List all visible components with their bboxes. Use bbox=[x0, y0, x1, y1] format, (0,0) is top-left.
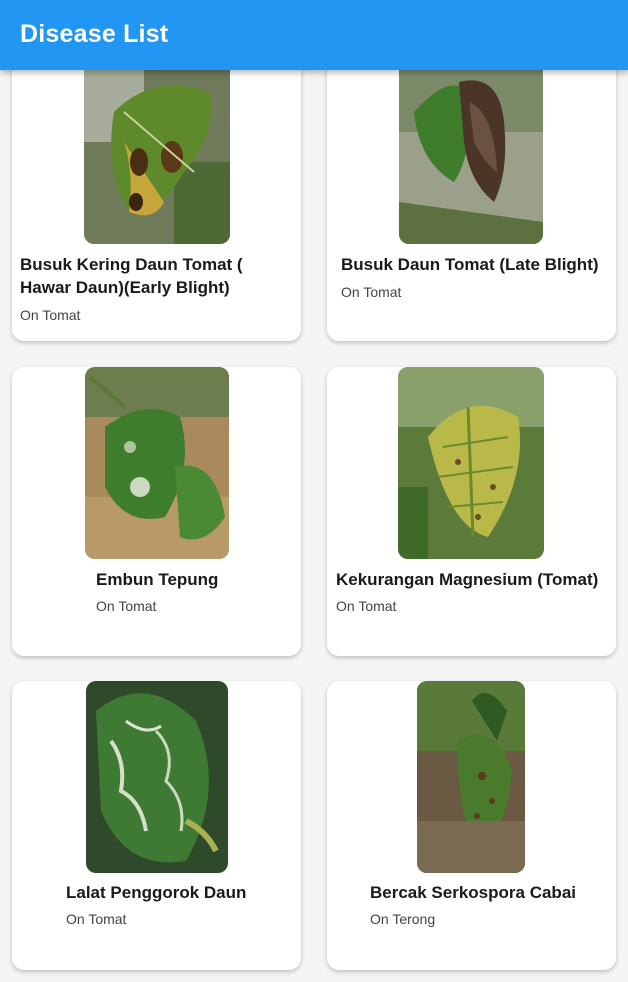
disease-card-embun-tepung[interactable]: Embun Tepung On Tomat bbox=[12, 367, 301, 656]
disease-photo bbox=[85, 367, 229, 559]
disease-card-early-blight[interactable]: Busuk Kering Daun Tomat ( Hawar Daun)(Ea… bbox=[12, 52, 301, 341]
disease-photo bbox=[399, 52, 543, 244]
card-subtitle: On Tomat bbox=[341, 284, 402, 300]
disease-photo bbox=[398, 367, 544, 559]
disease-card-leaf-miner[interactable]: Lalat Penggorok Daun On Tomat bbox=[12, 681, 301, 970]
card-subtitle: On Tomat bbox=[336, 598, 397, 614]
disease-photo bbox=[84, 52, 230, 244]
disease-photo bbox=[417, 681, 525, 873]
disease-card-cercospora[interactable]: Bercak Serkospora Cabai On Terong bbox=[327, 681, 616, 970]
card-subtitle: On Tomat bbox=[96, 598, 157, 614]
card-title: Bercak Serkospora Cabai bbox=[370, 883, 576, 902]
disease-photo bbox=[86, 681, 228, 873]
card-title: Busuk Daun Tomat (Late Blight) bbox=[341, 255, 599, 274]
disease-grid: Busuk Kering Daun Tomat ( Hawar Daun)(Ea… bbox=[0, 0, 628, 982]
disease-card-late-blight[interactable]: Busuk Daun Tomat (Late Blight) On Tomat bbox=[327, 52, 616, 341]
card-subtitle: On Tomat bbox=[66, 911, 127, 927]
card-title: Kekurangan Magnesium (Tomat) bbox=[336, 570, 599, 589]
card-title: Embun Tepung bbox=[96, 570, 219, 589]
page-title: Disease List bbox=[20, 20, 169, 48]
card-subtitle: On Terong bbox=[370, 911, 436, 927]
app-bar: Disease List bbox=[0, 0, 628, 70]
card-title: Lalat Penggorok Daun bbox=[66, 883, 247, 902]
card-title: Busuk Kering Daun Tomat ( Hawar Daun)(Ea… bbox=[20, 255, 243, 297]
card-subtitle: On Tomat bbox=[20, 307, 81, 323]
disease-card-magnesium[interactable]: Kekurangan Magnesium (Tomat) On Tomat bbox=[327, 367, 616, 656]
